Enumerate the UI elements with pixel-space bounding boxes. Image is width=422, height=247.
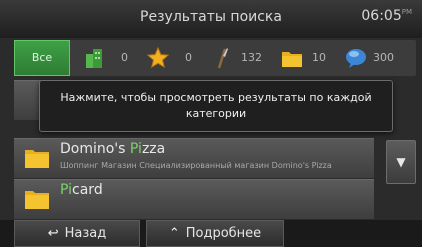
- clock: 06:05PM: [361, 8, 412, 24]
- page-title: Результаты поиска: [140, 9, 282, 25]
- filter-buildings-tab[interactable]: 0: [78, 40, 142, 76]
- star-icon: [146, 46, 170, 69]
- list-item[interactable]: Picard: [14, 179, 374, 219]
- chat-bubble-icon: [346, 49, 366, 68]
- result-name: Domino's Pizza: [60, 141, 166, 157]
- bottom-bar: ↩ Назад ⌃ Подробнее: [0, 220, 422, 247]
- chevron-down-icon: ▼: [396, 155, 406, 169]
- more-button[interactable]: ⌃ Подробнее: [146, 220, 284, 247]
- filter-shopping-count: 10: [312, 51, 326, 64]
- header: Результаты поиска 06:05PM: [0, 0, 422, 38]
- more-button-label: Подробнее: [185, 226, 262, 241]
- back-button-label: Назад: [64, 226, 107, 241]
- filter-food-tab[interactable]: 132: [206, 40, 274, 76]
- clock-time: 06:05: [361, 8, 402, 24]
- result-subtitle: Шоппинг Магазин Специализированный магаз…: [60, 161, 332, 170]
- back-button[interactable]: ↩ Назад: [14, 220, 140, 247]
- clock-ampm: PM: [401, 8, 412, 16]
- fork-knife-icon: [217, 48, 228, 69]
- category-filter-bar: Все 0 0 132 10 300: [14, 40, 416, 76]
- filter-other-count: 300: [373, 51, 394, 64]
- list-item[interactable]: Domino's Pizza Шоппинг Магазин Специализ…: [14, 138, 374, 178]
- search-results-screen: Результаты поиска 06:05PM Все 0 0 132 10…: [0, 0, 422, 247]
- scroll-down-button[interactable]: ▼: [386, 140, 416, 184]
- filter-buildings-count: 0: [121, 51, 128, 64]
- filter-food-count: 132: [241, 51, 262, 64]
- result-name: Picard: [60, 182, 103, 198]
- shopping-folder-icon: [25, 150, 49, 168]
- filter-favorites-tab[interactable]: 0: [142, 40, 206, 76]
- back-arrow-icon: ↩: [47, 226, 59, 241]
- filter-shopping-tab[interactable]: 10: [274, 40, 340, 76]
- shopping-folder-icon: [25, 191, 49, 209]
- filter-other-tab[interactable]: 300: [340, 40, 416, 76]
- green-building-icon: [86, 49, 102, 68]
- yellow-folder-icon: [282, 52, 302, 67]
- filter-favorites-count: 0: [185, 51, 192, 64]
- filter-all-tab[interactable]: Все: [14, 40, 70, 76]
- category-hint-tooltip: Нажмите, чтобы просмотреть результаты по…: [39, 80, 393, 132]
- chevron-up-icon: ⌃: [168, 226, 180, 241]
